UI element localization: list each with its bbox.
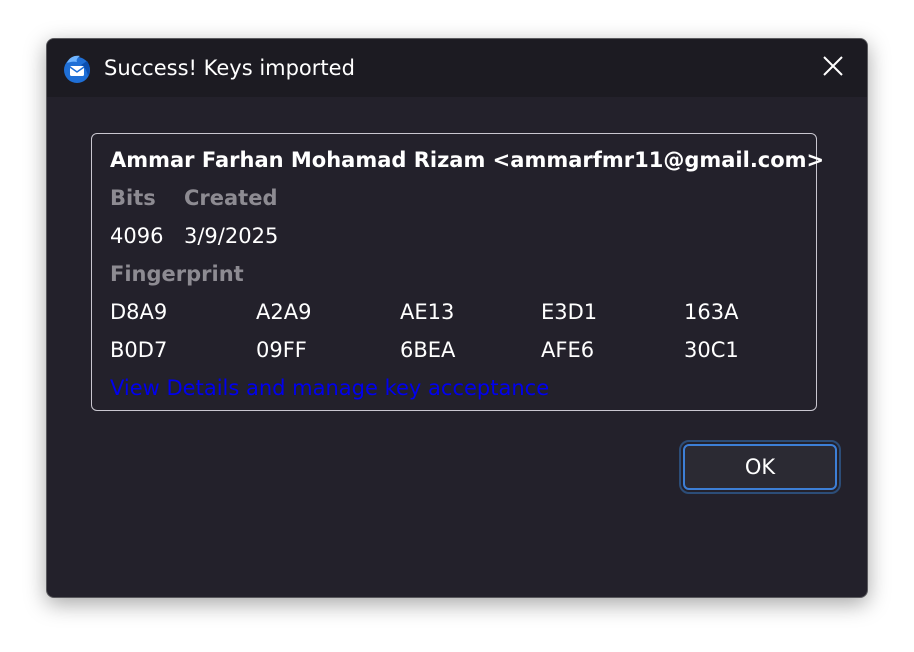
fingerprint-block: 6BEA (400, 338, 456, 362)
fingerprint-block: 30C1 (684, 338, 739, 362)
created-value: 3/9/2025 (184, 224, 279, 248)
close-button[interactable] (809, 49, 857, 87)
key-identity: Ammar Farhan Mohamad Rizam <ammarfmr11@g… (110, 148, 825, 172)
view-details-link[interactable]: View Details and manage key acceptance (110, 374, 549, 402)
fingerprint-block: A2A9 (256, 300, 312, 324)
fingerprint-block: AE13 (400, 300, 455, 324)
fingerprint-block: E3D1 (541, 300, 598, 324)
created-label: Created (184, 186, 278, 210)
fingerprint-block: D8A9 (110, 300, 168, 324)
bits-label: Bits (110, 186, 156, 210)
fingerprint-label: Fingerprint (110, 262, 244, 286)
bits-value: 4096 (110, 224, 164, 248)
fingerprint-block: AFE6 (541, 338, 595, 362)
thunderbird-icon (61, 53, 93, 85)
key-info-panel: Ammar Farhan Mohamad Rizam <ammarfmr11@g… (91, 133, 824, 411)
dialog-title: Success! Keys imported (104, 56, 355, 80)
close-icon (822, 55, 844, 81)
fingerprint-block: B0D7 (110, 338, 168, 362)
ok-button[interactable]: OK (679, 440, 841, 494)
fingerprint-block: 163A (684, 300, 739, 324)
dialog-window: Success! Keys imported Ammar Farhan Moha… (46, 38, 868, 598)
title-bar: Success! Keys imported (47, 39, 867, 97)
fingerprint-block: 09FF (256, 338, 307, 362)
